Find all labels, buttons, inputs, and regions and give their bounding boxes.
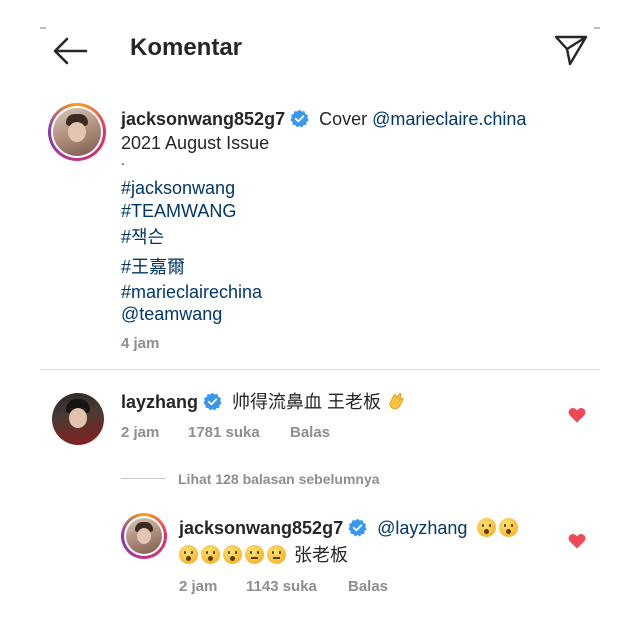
- astonished-face-icon: [499, 518, 519, 537]
- reply-text: 张老板: [294, 545, 349, 565]
- replies-line: [121, 478, 165, 479]
- corner-mark-left: [40, 27, 46, 29]
- verified-badge-icon: [203, 392, 222, 411]
- reply-line1: jacksonwang852g7 @layzhang: [179, 517, 521, 540]
- comment-avatar[interactable]: [52, 393, 104, 445]
- verified-badge-icon: [348, 518, 367, 537]
- post-caption-line1: jacksonwang852g7 Cover @marieclaire.chin…: [121, 108, 526, 131]
- heart-liked-icon[interactable]: [568, 533, 586, 549]
- divider: [40, 369, 600, 370]
- reply-timestamp: 2 jam: [179, 578, 218, 595]
- hashtag-link[interactable]: #잭슨: [121, 226, 164, 249]
- reply-button[interactable]: Balas: [290, 424, 330, 441]
- back-arrow-icon[interactable]: [52, 36, 88, 66]
- astonished-face-icon: [223, 545, 242, 564]
- hashtag-link[interactable]: #jacksonwang: [121, 177, 235, 200]
- send-icon[interactable]: [554, 34, 588, 66]
- caption-text: Cover: [319, 109, 373, 129]
- post-username[interactable]: jacksonwang852g7: [121, 109, 285, 129]
- heart-liked-icon[interactable]: [568, 407, 586, 423]
- reply-line2: 张老板: [179, 544, 348, 567]
- astonished-face-icon: [477, 518, 497, 537]
- neutral-face-icon: [245, 545, 264, 564]
- neutral-face-icon: [267, 545, 286, 564]
- hashtag-link[interactable]: #marieclairechina: [121, 281, 262, 304]
- post-avatar[interactable]: [48, 103, 106, 161]
- view-previous-replies[interactable]: Lihat 128 balasan sebelumnya: [178, 471, 380, 487]
- astonished-face-icon: [201, 545, 220, 564]
- clapping-hands-icon: [389, 393, 404, 410]
- caption-dot: .: [121, 152, 125, 168]
- comment-text: 帅得流鼻血 王老板: [232, 392, 382, 412]
- hashtag-link[interactable]: #王嘉爾: [121, 256, 185, 279]
- page-title: Komentar: [130, 34, 243, 61]
- reply-likes[interactable]: 1143 suka: [246, 578, 317, 595]
- corner-mark-right: [594, 27, 600, 29]
- reply-username[interactable]: jacksonwang852g7: [179, 518, 343, 538]
- verified-badge-icon: [290, 109, 309, 128]
- comment-likes[interactable]: 1781 suka: [188, 424, 260, 441]
- comment-timestamp: 2 jam: [121, 424, 160, 441]
- reply-button[interactable]: Balas: [348, 578, 388, 595]
- comment-username[interactable]: layzhang: [121, 392, 198, 412]
- comment-line: layzhang 帅得流鼻血 王老板: [121, 391, 406, 414]
- post-timestamp: 4 jam: [121, 335, 160, 352]
- caption-line2: 2021 August Issue: [121, 133, 270, 153]
- caption-mention-link[interactable]: @marieclaire.china: [372, 109, 526, 129]
- reply-mention-link[interactable]: @layzhang: [377, 518, 467, 538]
- reply-avatar[interactable]: [121, 513, 167, 559]
- astonished-face-icon: [179, 545, 198, 564]
- hashtag-link[interactable]: #TEAMWANG: [121, 200, 236, 223]
- mention-link[interactable]: @teamwang: [121, 303, 222, 326]
